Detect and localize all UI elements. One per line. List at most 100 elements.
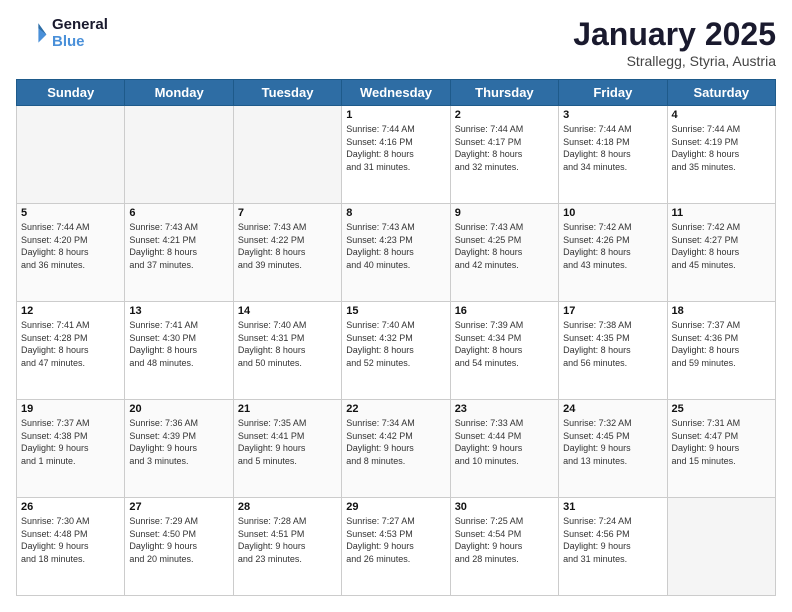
cell-info: Sunrise: 7:44 AM Sunset: 4:19 PM Dayligh… (672, 123, 771, 173)
day-number: 6 (129, 207, 228, 219)
week-row-2: 12 Sunrise: 7:41 AM Sunset: 4:28 PM Dayli… (17, 302, 776, 400)
calendar-cell: 26 Sunrise: 7:30 AM Sunset: 4:48 PM Dayli… (17, 498, 125, 596)
cell-info: Sunrise: 7:31 AM Sunset: 4:47 PM Dayligh… (672, 417, 771, 467)
calendar-cell: 19 Sunrise: 7:37 AM Sunset: 4:38 PM Dayli… (17, 400, 125, 498)
weekday-header-thursday: Thursday (450, 80, 558, 106)
logo-icon (16, 17, 48, 49)
calendar-cell (667, 498, 775, 596)
week-row-0: 1 Sunrise: 7:44 AM Sunset: 4:16 PM Daylig… (17, 106, 776, 204)
cell-info: Sunrise: 7:43 AM Sunset: 4:25 PM Dayligh… (455, 221, 554, 271)
cell-info: Sunrise: 7:30 AM Sunset: 4:48 PM Dayligh… (21, 515, 120, 565)
calendar-cell: 18Sunrise: 7:37 AM Sunset: 4:36 PM Dayli… (667, 302, 775, 400)
day-number: 21 (238, 403, 337, 415)
day-number: 22 (346, 403, 445, 415)
location: Strallegg, Styria, Austria (573, 53, 776, 69)
cell-info: Sunrise: 7:44 AM Sunset: 4:16 PM Dayligh… (346, 123, 445, 173)
calendar-cell: 31Sunrise: 7:24 AM Sunset: 4:56 PM Dayli… (559, 498, 667, 596)
calendar-cell: 12 Sunrise: 7:41 AM Sunset: 4:28 PM Dayli… (17, 302, 125, 400)
cell-info: Sunrise: 7:44 AM Sunset: 4:17 PM Dayligh… (455, 123, 554, 173)
calendar-cell: 7Sunrise: 7:43 AM Sunset: 4:22 PM Daylig… (233, 204, 341, 302)
calendar-cell: 8 Sunrise: 7:43 AM Sunset: 4:23 PM Daylig… (342, 204, 450, 302)
week-row-1: 5Sunrise: 7:44 AM Sunset: 4:20 PM Daylig… (17, 204, 776, 302)
day-number: 27 (129, 501, 228, 513)
cell-info: Sunrise: 7:41 AM Sunset: 4:30 PM Dayligh… (129, 319, 228, 369)
cell-info: Sunrise: 7:43 AM Sunset: 4:23 PM Dayligh… (346, 221, 445, 271)
weekday-header-wednesday: Wednesday (342, 80, 450, 106)
title-block: January 2025 Strallegg, Styria, Austria (573, 16, 776, 69)
cell-info: Sunrise: 7:43 AM Sunset: 4:21 PM Dayligh… (129, 221, 228, 271)
day-number: 12 (21, 305, 120, 317)
month-title: January 2025 (573, 16, 776, 53)
week-row-4: 26 Sunrise: 7:30 AM Sunset: 4:48 PM Dayli… (17, 498, 776, 596)
day-number: 17 (563, 305, 662, 317)
calendar-cell: 1 Sunrise: 7:44 AM Sunset: 4:16 PM Daylig… (342, 106, 450, 204)
calendar-cell: 24Sunrise: 7:32 AM Sunset: 4:45 PM Dayli… (559, 400, 667, 498)
calendar-cell: 23Sunrise: 7:33 AM Sunset: 4:44 PM Dayli… (450, 400, 558, 498)
day-number: 3 (563, 109, 662, 121)
day-number: 11 (672, 207, 771, 219)
weekday-header-tuesday: Tuesday (233, 80, 341, 106)
calendar-cell (17, 106, 125, 204)
calendar-cell: 6 Sunrise: 7:43 AM Sunset: 4:21 PM Daylig… (125, 204, 233, 302)
cell-info: Sunrise: 7:39 AM Sunset: 4:34 PM Dayligh… (455, 319, 554, 369)
day-number: 19 (21, 403, 120, 415)
calendar-cell: 28 Sunrise: 7:28 AM Sunset: 4:51 PM Dayli… (233, 498, 341, 596)
calendar-table: SundayMondayTuesdayWednesdayThursdayFrid… (16, 79, 776, 596)
calendar-cell: 16 Sunrise: 7:39 AM Sunset: 4:34 PM Dayli… (450, 302, 558, 400)
weekday-header-friday: Friday (559, 80, 667, 106)
calendar-cell: 11 Sunrise: 7:42 AM Sunset: 4:27 PM Dayli… (667, 204, 775, 302)
weekday-header-monday: Monday (125, 80, 233, 106)
day-number: 28 (238, 501, 337, 513)
day-number: 25 (672, 403, 771, 415)
calendar-cell: 14 Sunrise: 7:40 AM Sunset: 4:31 PM Dayli… (233, 302, 341, 400)
cell-info: Sunrise: 7:44 AM Sunset: 4:18 PM Dayligh… (563, 123, 662, 173)
day-number: 23 (455, 403, 554, 415)
cell-info: Sunrise: 7:41 AM Sunset: 4:28 PM Dayligh… (21, 319, 120, 369)
weekday-header-saturday: Saturday (667, 80, 775, 106)
calendar-cell: 15Sunrise: 7:40 AM Sunset: 4:32 PM Dayli… (342, 302, 450, 400)
cell-info: Sunrise: 7:28 AM Sunset: 4:51 PM Dayligh… (238, 515, 337, 565)
calendar-cell: 2 Sunrise: 7:44 AM Sunset: 4:17 PM Daylig… (450, 106, 558, 204)
day-number: 20 (129, 403, 228, 415)
cell-info: Sunrise: 7:37 AM Sunset: 4:38 PM Dayligh… (21, 417, 120, 467)
cell-info: Sunrise: 7:40 AM Sunset: 4:31 PM Dayligh… (238, 319, 337, 369)
page: General Blue January 2025 Strallegg, Sty… (0, 0, 792, 612)
calendar-cell: 30 Sunrise: 7:25 AM Sunset: 4:54 PM Dayli… (450, 498, 558, 596)
day-number: 9 (455, 207, 554, 219)
calendar-cell: 5Sunrise: 7:44 AM Sunset: 4:20 PM Daylig… (17, 204, 125, 302)
cell-info: Sunrise: 7:38 AM Sunset: 4:35 PM Dayligh… (563, 319, 662, 369)
day-number: 31 (563, 501, 662, 513)
logo: General Blue (16, 16, 108, 50)
cell-info: Sunrise: 7:25 AM Sunset: 4:54 PM Dayligh… (455, 515, 554, 565)
day-number: 2 (455, 109, 554, 121)
calendar-cell: 21 Sunrise: 7:35 AM Sunset: 4:41 PM Dayli… (233, 400, 341, 498)
cell-info: Sunrise: 7:37 AM Sunset: 4:36 PM Dayligh… (672, 319, 771, 369)
calendar-cell: 3 Sunrise: 7:44 AM Sunset: 4:18 PM Daylig… (559, 106, 667, 204)
day-number: 16 (455, 305, 554, 317)
day-number: 30 (455, 501, 554, 513)
calendar-cell (233, 106, 341, 204)
day-number: 4 (672, 109, 771, 121)
calendar-cell: 20Sunrise: 7:36 AM Sunset: 4:39 PM Dayli… (125, 400, 233, 498)
calendar-cell: 25 Sunrise: 7:31 AM Sunset: 4:47 PM Dayli… (667, 400, 775, 498)
day-number: 8 (346, 207, 445, 219)
cell-info: Sunrise: 7:27 AM Sunset: 4:53 PM Dayligh… (346, 515, 445, 565)
calendar-cell: 29Sunrise: 7:27 AM Sunset: 4:53 PM Dayli… (342, 498, 450, 596)
calendar-cell: 4 Sunrise: 7:44 AM Sunset: 4:19 PM Daylig… (667, 106, 775, 204)
calendar-cell: 13 Sunrise: 7:41 AM Sunset: 4:30 PM Dayli… (125, 302, 233, 400)
calendar-cell: 17 Sunrise: 7:38 AM Sunset: 4:35 PM Dayli… (559, 302, 667, 400)
day-number: 10 (563, 207, 662, 219)
day-number: 13 (129, 305, 228, 317)
cell-info: Sunrise: 7:42 AM Sunset: 4:27 PM Dayligh… (672, 221, 771, 271)
cell-info: Sunrise: 7:42 AM Sunset: 4:26 PM Dayligh… (563, 221, 662, 271)
cell-info: Sunrise: 7:29 AM Sunset: 4:50 PM Dayligh… (129, 515, 228, 565)
weekday-header-row: SundayMondayTuesdayWednesdayThursdayFrid… (17, 80, 776, 106)
day-number: 26 (21, 501, 120, 513)
cell-info: Sunrise: 7:32 AM Sunset: 4:45 PM Dayligh… (563, 417, 662, 467)
weekday-header-sunday: Sunday (17, 80, 125, 106)
day-number: 7 (238, 207, 337, 219)
day-number: 1 (346, 109, 445, 121)
day-number: 14 (238, 305, 337, 317)
day-number: 15 (346, 305, 445, 317)
cell-info: Sunrise: 7:35 AM Sunset: 4:41 PM Dayligh… (238, 417, 337, 467)
